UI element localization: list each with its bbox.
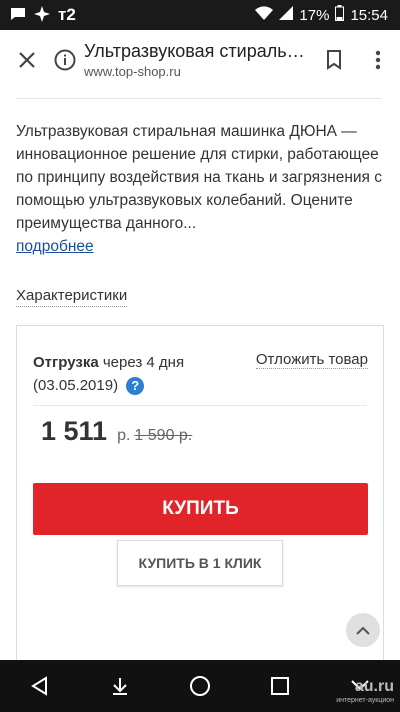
back-triangle-icon — [31, 676, 47, 696]
home-button[interactable] — [180, 666, 220, 706]
shipping-text: через 4 дня — [102, 354, 185, 371]
page-info[interactable]: Ультразвуковая стиральная машинка ДЮНА w… — [84, 41, 312, 79]
shipping-date: (03.05.2019) — [33, 377, 119, 394]
current-price: 1 511 — [41, 416, 108, 446]
star-notification-icon — [34, 5, 50, 25]
back-button[interactable] — [20, 666, 60, 706]
watermark-brand: au.ru — [354, 678, 394, 695]
scroll-to-top-button[interactable] — [346, 613, 380, 647]
more-link[interactable]: подробнее — [16, 238, 94, 255]
tab-characteristics[interactable]: Характеристики — [16, 287, 128, 307]
close-button[interactable] — [0, 30, 54, 90]
signal-icon — [279, 6, 294, 24]
browser-toolbar: Ультразвуковая стиральная машинка ДЮНА w… — [0, 30, 400, 90]
product-description: Ультразвуковая стиральная машинка ДЮНА —… — [16, 120, 386, 258]
shipping-label: Отгрузка — [33, 354, 99, 371]
battery-icon — [335, 5, 345, 25]
watermark: au.ru интернет-аукцион — [336, 678, 394, 708]
recents-button[interactable] — [260, 666, 300, 706]
hide-keyboard-button[interactable] — [100, 666, 140, 706]
carrier-name: т2 — [58, 5, 76, 24]
battery-percent: 17% — [299, 6, 330, 24]
wifi-icon — [255, 6, 274, 24]
shipping-info: Отгрузка через 4 дня (03.05.2019) ? — [33, 351, 184, 397]
more-vert-icon — [375, 50, 381, 70]
status-bar: т2 17% 15:54 — [0, 0, 400, 30]
price-row: 1 511 р. 1 590 р. — [41, 416, 192, 447]
overflow-menu-button[interactable] — [356, 30, 400, 90]
close-icon — [19, 52, 35, 68]
bookmark-button[interactable] — [312, 30, 356, 90]
page-url: www.top-shop.ru — [84, 64, 181, 79]
buy-one-click-button[interactable]: КУПИТЬ В 1 КЛИК — [117, 540, 283, 586]
chevron-up-icon — [356, 626, 370, 635]
watermark-tagline: интернет-аукцион — [336, 697, 394, 704]
old-price: 1 590 р. — [134, 427, 193, 444]
defer-item-link[interactable]: Отложить товар — [255, 351, 368, 369]
recents-square-icon — [271, 677, 289, 695]
download-arrow-icon — [113, 678, 127, 695]
bookmark-icon — [327, 50, 341, 70]
home-circle-icon — [190, 676, 210, 696]
clock: 15:54 — [350, 6, 388, 24]
page-content: Ультразвуковая стиральная машинка ДЮНА —… — [0, 90, 400, 661]
help-icon[interactable]: ? — [126, 377, 145, 396]
section-divider — [16, 98, 382, 99]
buy-button[interactable]: КУПИТЬ — [33, 483, 368, 535]
description-text: Ультразвуковая стиральная машинка ДЮНА —… — [16, 123, 382, 232]
page-title: Ультразвуковая стиральная машинка ДЮНА — [84, 41, 312, 61]
message-notification-icon — [10, 7, 26, 24]
purchase-card: Отгрузка через 4 дня (03.05.2019) ? Отло… — [16, 325, 384, 661]
card-divider — [33, 405, 367, 406]
currency: р. — [117, 427, 131, 444]
info-icon[interactable] — [54, 49, 76, 71]
